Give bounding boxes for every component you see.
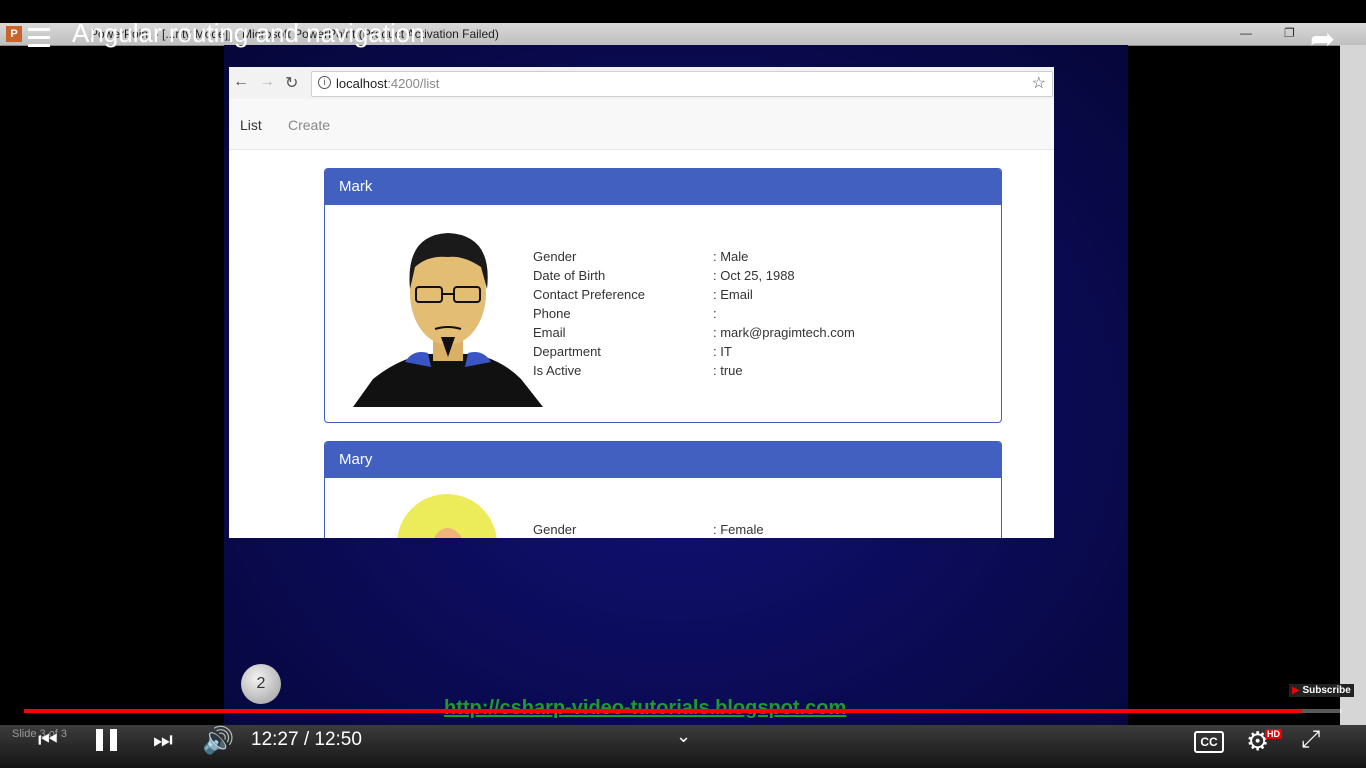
captions-icon[interactable]: CC [1194, 731, 1224, 753]
playlist-menu-icon[interactable] [28, 28, 50, 52]
employee-card: Mark Gender : Male Date of Birth : Oct 2… [324, 168, 1002, 423]
app-navbar: List Create [229, 99, 1054, 150]
bookmark-star-icon[interactable]: ☆ [1032, 73, 1046, 93]
video-progress-bar[interactable] [24, 709, 1342, 713]
video-title[interactable]: Angular routing and navigation [72, 18, 425, 49]
field-label: Phone [533, 306, 571, 321]
field-label: Gender [533, 522, 577, 537]
field-value: : true [713, 363, 743, 378]
field-label: Is Active [533, 363, 582, 378]
employee-card-header: Mark [325, 169, 1001, 205]
slide-number-badge: 2 [241, 664, 281, 704]
reload-icon[interactable]: ↻ [285, 73, 298, 93]
field-label: Gender [533, 249, 577, 264]
field-label: Department [533, 344, 601, 359]
powerpoint-app-icon: P [6, 26, 22, 42]
field-label: Email [533, 325, 566, 340]
field-value: : IT [713, 344, 732, 359]
nav-link-list[interactable]: List [240, 117, 262, 133]
url-host: localhost [336, 76, 388, 91]
browser-window: ← → ↻ i localhost:4200/list ☆ List Creat… [229, 67, 1054, 538]
chevron-down-icon[interactable]: ⌄ [676, 726, 691, 747]
subscribe-label: Subscribe [1302, 685, 1351, 696]
field-value: : Female [713, 522, 764, 537]
previous-video-icon[interactable]: ⏮ [38, 727, 58, 753]
subscribe-button[interactable]: ▶ Subscribe [1289, 684, 1354, 697]
field-label: Contact Preference [533, 287, 646, 302]
exit-fullscreen-icon[interactable]: ⤢ [1301, 726, 1320, 754]
employee-photo-female [397, 494, 497, 538]
youtube-logo-icon: ▶ [1292, 685, 1300, 696]
browser-toolbar: ← → ↻ i localhost:4200/list ☆ [229, 67, 1054, 100]
forward-arrow-icon[interactable]: → [259, 73, 275, 91]
employee-card-header: Mary [325, 442, 1001, 478]
share-icon[interactable]: ➦ [1310, 22, 1335, 57]
url-path: :4200/list [387, 76, 440, 91]
employee-card: Mary Gender : Female [324, 441, 1002, 538]
hd-badge: HD [1265, 729, 1282, 739]
address-bar[interactable]: i localhost:4200/list ☆ [311, 71, 1053, 97]
powerpoint-side-strip [1340, 45, 1366, 725]
field-value: : Male [713, 249, 749, 264]
field-value: : [713, 306, 717, 321]
minimize-icon[interactable]: — [1240, 26, 1252, 40]
video-progress-fill [24, 709, 1303, 713]
field-value: : Oct 25, 1988 [713, 268, 795, 283]
field-value: : mark@pragimtech.com [713, 325, 855, 340]
field-value: : Email [713, 287, 753, 302]
info-icon[interactable]: i [318, 76, 331, 89]
restore-icon[interactable]: ❐ [1284, 26, 1295, 40]
url-text: localhost:4200/list [336, 76, 439, 91]
next-video-icon[interactable]: ⏭ [153, 727, 173, 753]
time-display: 12:27 / 12:50 [251, 729, 362, 750]
back-arrow-icon[interactable]: ← [233, 73, 249, 91]
field-label: Date of Birth [533, 268, 606, 283]
nav-link-create[interactable]: Create [288, 117, 330, 133]
volume-icon[interactable]: 🔊 [202, 725, 234, 756]
employee-photo-male [353, 233, 543, 407]
